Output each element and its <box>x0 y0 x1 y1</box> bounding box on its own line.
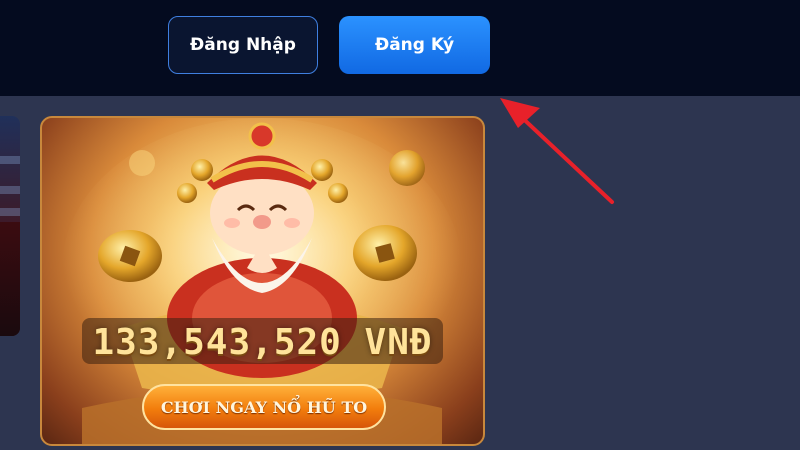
login-button[interactable]: Đăng Nhập <box>168 16 318 74</box>
partial-game-card[interactable] <box>0 116 20 336</box>
jackpot-amount: 133,543,520 VNĐ <box>92 322 433 363</box>
register-button[interactable]: Đăng Ký <box>339 16 490 74</box>
top-bar: Đăng Nhập Đăng Ký <box>0 0 800 96</box>
jackpot-game-card[interactable]: 133,543,520 VNĐ CHƠI NGAY NỔ HŨ TO <box>40 116 485 446</box>
play-now-button[interactable]: CHƠI NGAY NỔ HŨ TO <box>142 384 386 430</box>
